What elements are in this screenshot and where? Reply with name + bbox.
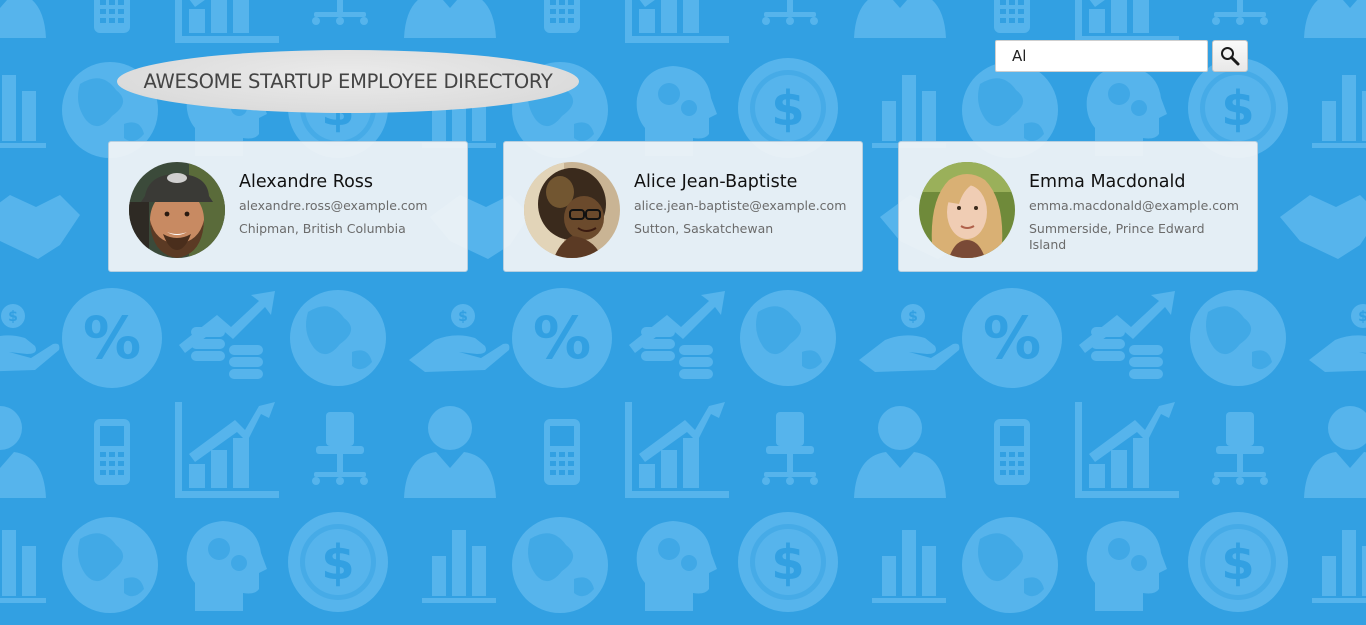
title-banner: AWESOME STARTUP EMPLOYEE DIRECTORY [117,50,579,113]
employee-gallery: Alexandre Ross alexandre.ross@example.co… [108,141,1258,272]
search-input[interactable] [995,40,1208,72]
employee-email: alexandre.ross@example.com [239,198,428,213]
employee-name: Alexandre Ross [239,172,374,192]
employee-card[interactable]: Emma Macdonald emma.macdonald@example.co… [898,141,1258,272]
employee-info: Emma Macdonald emma.macdonald@example.co… [1029,162,1239,253]
employee-email: alice.jean-baptiste@example.com [634,198,847,213]
employee-avatar [129,162,225,258]
page-title: AWESOME STARTUP EMPLOYEE DIRECTORY [143,70,553,93]
employee-card[interactable]: Alice Jean-Baptiste alice.jean-baptiste@… [503,141,863,272]
employee-info: Alexandre Ross alexandre.ross@example.co… [239,162,428,237]
employee-name: Emma Macdonald [1029,172,1186,192]
employee-email: emma.macdonald@example.com [1029,198,1239,213]
search-button[interactable] [1212,40,1248,72]
employee-name: Alice Jean-Baptiste [634,172,798,192]
employee-location: Chipman, British Columbia [239,221,406,236]
employee-avatar [919,162,1015,258]
employee-info: Alice Jean-Baptiste alice.jean-baptiste@… [634,162,846,237]
search-icon [1221,47,1240,66]
search-form [995,40,1248,72]
employee-location: Sutton, Saskatchewan [634,221,774,236]
employee-card[interactable]: Alexandre Ross alexandre.ross@example.co… [108,141,468,272]
employee-avatar [524,162,620,258]
employee-location: Summerside, Prince Edward Island [1029,221,1205,252]
